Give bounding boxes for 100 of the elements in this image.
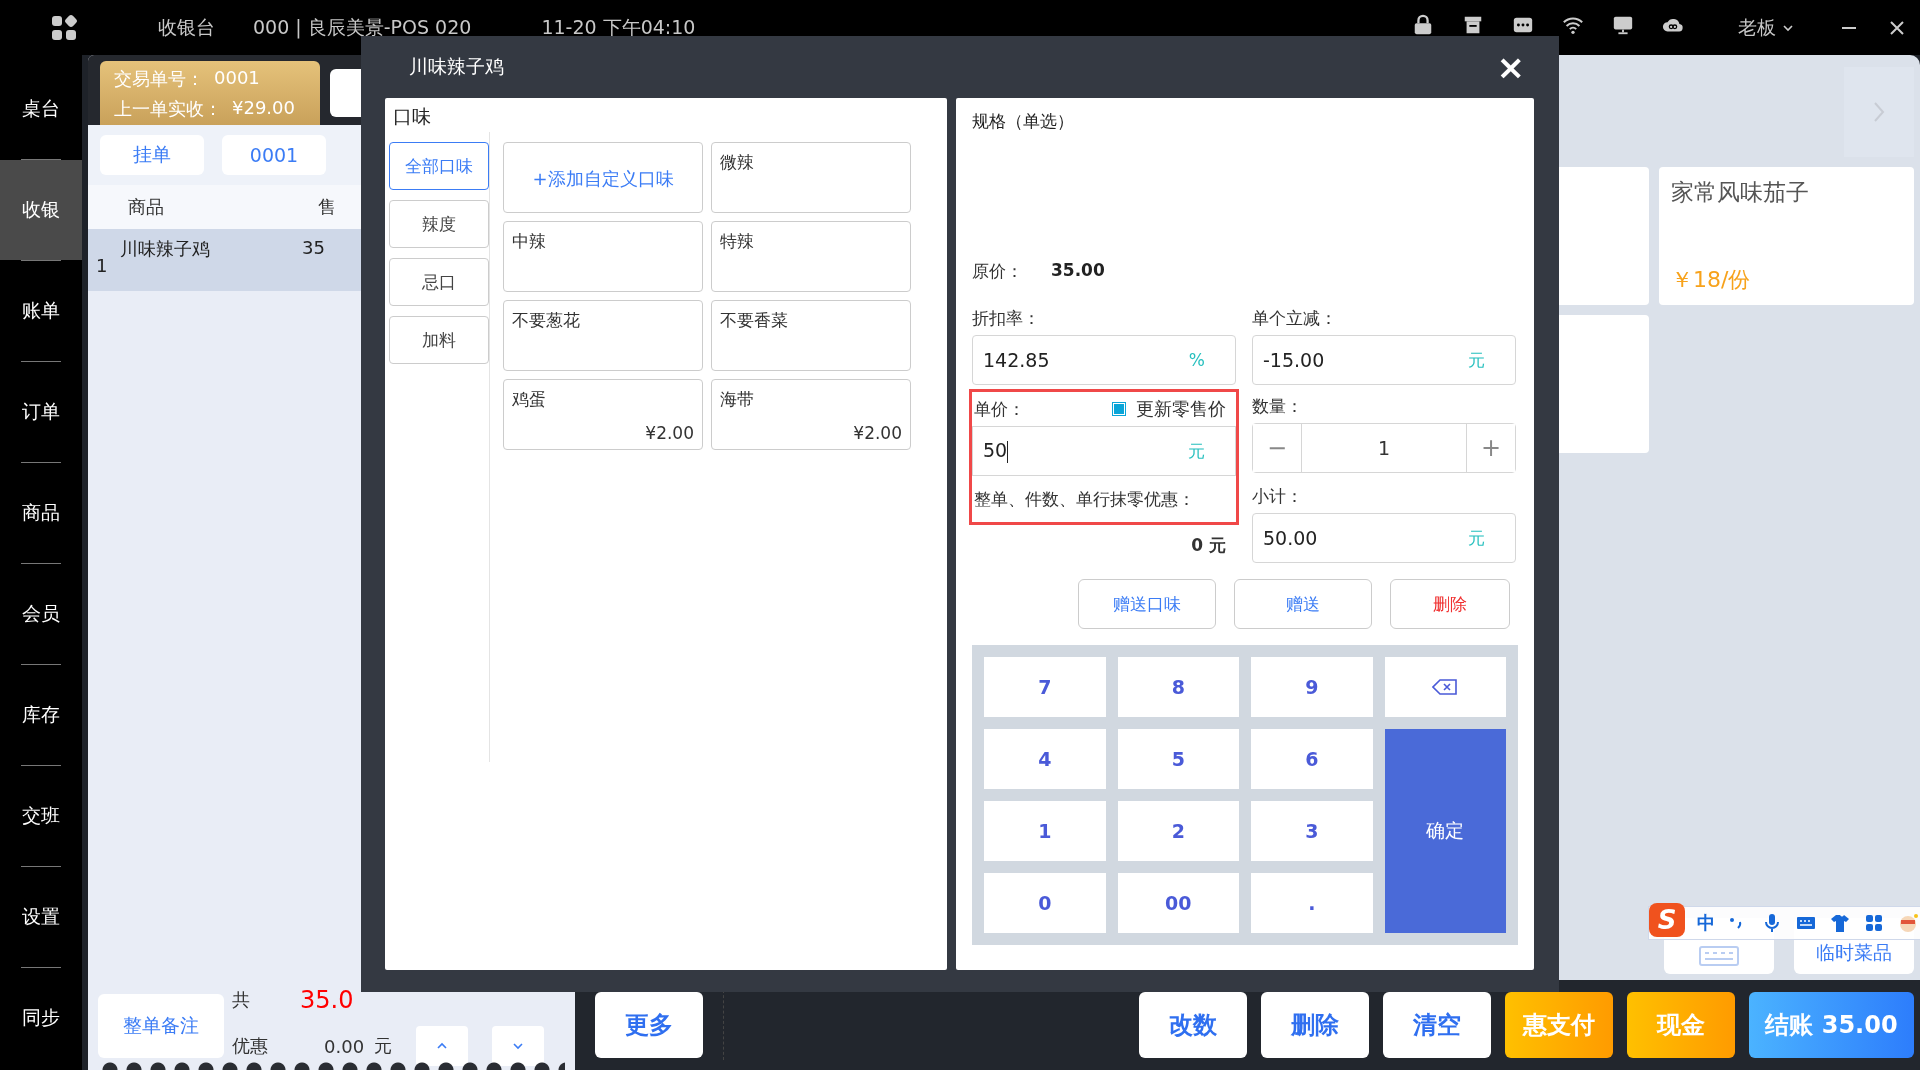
apps-icon[interactable]	[1863, 912, 1885, 934]
keypad-key[interactable]: 1	[984, 801, 1106, 861]
action-button[interactable]: 删除	[1261, 992, 1369, 1058]
category-tab[interactable]: 全部口味	[389, 142, 489, 190]
flavor-option[interactable]: 中辣	[503, 221, 703, 292]
ime-mode[interactable]: 中	[1697, 911, 1715, 935]
option-name: 特辣	[720, 230, 755, 253]
user-menu[interactable]: 老板	[1738, 14, 1776, 41]
keypad-key[interactable]: 5	[1117, 729, 1239, 789]
flavor-option[interactable]: 微辣	[711, 142, 911, 213]
chevron-down-icon	[512, 1042, 525, 1050]
action-button[interactable]: 赠送口味	[1078, 579, 1216, 629]
sidebar-item[interactable]: 交班	[0, 766, 82, 866]
keypad-key[interactable]: 6	[1251, 729, 1373, 789]
category-tab[interactable]: 忌口	[389, 258, 489, 306]
item-name: 川味辣子鸡	[120, 237, 211, 261]
more-button[interactable]: 更多	[595, 992, 703, 1058]
unit-price-field[interactable]: 50 元	[972, 426, 1236, 476]
category-tab[interactable]: 加料	[389, 316, 489, 364]
keypad-key[interactable]: 2	[1117, 801, 1239, 861]
product-card[interactable]: 家常风味茄子 ￥18/份	[1659, 167, 1914, 305]
original-price-label: 原价：	[972, 260, 1023, 283]
option-name: 中辣	[512, 230, 547, 253]
field-value: 50.00	[1263, 527, 1318, 549]
close-icon[interactable]	[1888, 18, 1906, 37]
store-name: 000 | 良辰美景-POS 020	[253, 14, 472, 41]
category-tab[interactable]: 辣度	[389, 200, 489, 248]
last-paid-label: 上一单实收：	[114, 97, 222, 121]
text-cursor	[1007, 440, 1009, 463]
action-button[interactable]: 删除	[1390, 579, 1510, 629]
checkbox[interactable]	[1112, 402, 1126, 416]
action-button[interactable]: 赠送	[1234, 579, 1372, 629]
sidebar-item[interactable]: 同步	[0, 968, 82, 1068]
order-tab[interactable]: 挂单	[100, 135, 204, 175]
shirt-icon[interactable]	[1829, 912, 1851, 934]
field-value: 142.85	[983, 349, 1050, 371]
discount-amount: 0.00	[324, 1035, 365, 1057]
sidebar-item[interactable]: 库存	[0, 665, 82, 765]
product-price: ￥18/份	[1671, 266, 1752, 294]
sidebar-item[interactable]: 桌台	[0, 59, 82, 159]
rounding-label: 整单、件数、单行抹零优惠：	[973, 487, 1196, 511]
sidebar-item[interactable]: 商品	[0, 463, 82, 563]
keypad-key[interactable]: 0	[984, 873, 1106, 933]
subtotal-field[interactable]: 50.00 元	[1252, 513, 1516, 563]
discount-rate-field[interactable]: 142.85 %	[972, 335, 1236, 385]
sidebar-item[interactable]: 订单	[0, 362, 82, 462]
app-title: 收银台	[158, 14, 215, 40]
keypad-key[interactable]: 8	[1117, 657, 1239, 717]
keypad-key[interactable]: 7	[984, 657, 1106, 717]
option-price: ¥2.00	[853, 423, 902, 443]
confirm-button[interactable]: 确定	[1384, 729, 1506, 933]
transaction-number: 0001	[214, 67, 260, 90]
mascot-icon[interactable]	[1897, 912, 1919, 934]
quantity-stepper[interactable]: − 1 +	[1252, 423, 1516, 473]
column-header: 售	[318, 195, 336, 219]
sidebar-item[interactable]: 会员	[0, 564, 82, 664]
backspace-icon	[1432, 679, 1459, 695]
flavor-option[interactable]: 海带 ¥2.00	[711, 379, 911, 450]
app-grid-icon[interactable]	[50, 13, 78, 42]
flavor-option[interactable]: 特辣	[711, 221, 911, 292]
field-value: 50	[983, 439, 1008, 462]
section-title: 规格（单选）	[972, 110, 1075, 133]
option-name: 微辣	[720, 151, 755, 174]
option-name: 鸡蛋	[512, 388, 547, 411]
ime-logo[interactable]: S	[1649, 903, 1685, 937]
keypad-key[interactable]: 00	[1117, 873, 1239, 933]
item-price: 35	[302, 236, 325, 260]
keypad-key[interactable]: 4	[984, 729, 1106, 789]
order-tab[interactable]: 0001	[222, 135, 326, 175]
field-label: 折扣率：	[972, 306, 1041, 330]
column-header: 商品	[128, 195, 165, 219]
flavor-option[interactable]: 不要香菜	[711, 300, 911, 371]
sidebar-item[interactable]: 设置	[0, 867, 82, 967]
reduction-field[interactable]: -15.00 元	[1252, 335, 1516, 385]
option-name: 不要葱花	[512, 309, 581, 332]
original-price: 35.00	[1051, 260, 1105, 282]
sidebar-item[interactable]: 账单	[0, 261, 82, 361]
lock-icon[interactable]	[1412, 13, 1434, 36]
action-button[interactable]: 清空	[1383, 992, 1491, 1058]
scroll-up-button[interactable]	[416, 1026, 469, 1066]
scroll-down-button[interactable]	[492, 1026, 545, 1066]
keypad-key[interactable]: .	[1251, 873, 1373, 933]
keypad-key[interactable]: 3	[1251, 801, 1373, 861]
date-time: 11-20 下午04:10	[541, 14, 696, 40]
close-button[interactable]: ×	[1496, 50, 1525, 84]
add-flavor-button[interactable]: +添加自定义口味	[503, 142, 703, 213]
total-amount: 35.0	[300, 986, 354, 1014]
transaction-label: 交易单号：	[114, 67, 204, 91]
flavor-option[interactable]: 鸡蛋 ¥2.00	[503, 379, 703, 450]
flavor-option[interactable]: 不要葱花	[503, 300, 703, 371]
keypad-key[interactable]: 9	[1251, 657, 1373, 717]
discount-unit: 元	[374, 1034, 393, 1058]
rounding-amount: 0 元	[1190, 534, 1227, 557]
discount-label: 优惠	[232, 1034, 268, 1058]
sidebar-item[interactable]: 收银	[0, 160, 82, 260]
field-label: 单价：	[974, 397, 1025, 421]
dialog-title: 川味辣子鸡	[409, 54, 504, 79]
note-button[interactable]: 整单备注	[98, 994, 224, 1058]
checkbox-label: 更新零售价	[1136, 397, 1226, 421]
action-button[interactable]: 改数	[1139, 992, 1247, 1058]
